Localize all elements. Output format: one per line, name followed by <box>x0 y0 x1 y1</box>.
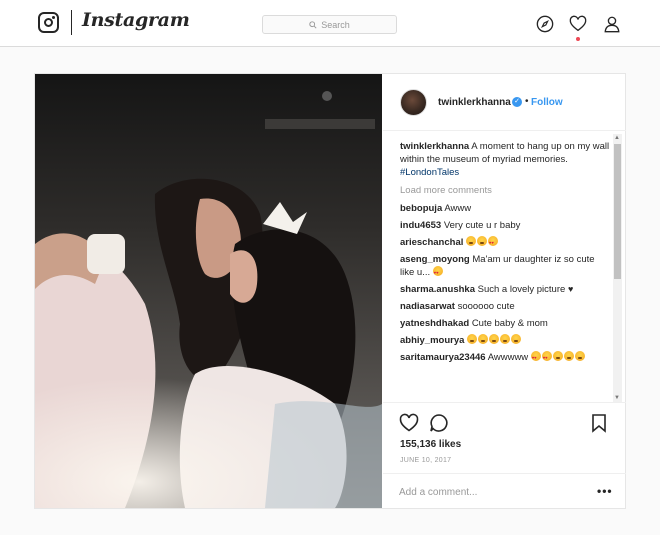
follow-button[interactable]: Follow <box>531 97 563 108</box>
comment-username[interactable]: nadiasarwat <box>400 301 455 312</box>
comment-item: indu4653 Very cute u r baby <box>400 219 610 232</box>
load-more-comments-link[interactable]: Load more comments <box>400 184 610 197</box>
compass-icon[interactable] <box>536 15 554 33</box>
comment-text: Cute baby & mom <box>471 318 548 329</box>
verified-badge-icon: ✓ <box>512 97 522 107</box>
separator-dot: • <box>525 96 529 107</box>
comment-item: arieschanchal <box>400 236 610 249</box>
black-heart-icon: ♥ <box>567 284 574 294</box>
logo-divider <box>71 10 72 35</box>
comment-item: bebopuja Awww <box>400 202 610 215</box>
comment-item: sharma.anushka Such a lovely picture ♥ <box>400 283 610 296</box>
search-placeholder: Search <box>321 19 350 30</box>
post-header: twinklerkhanna ✓ • Follow <box>383 74 626 131</box>
caption-username[interactable]: twinklerkhanna <box>400 141 469 152</box>
comment-text: Awwwww <box>487 352 529 363</box>
blush-emoji-icon <box>478 334 489 344</box>
heart-eyes-emoji-icon <box>530 351 541 364</box>
notification-dot <box>576 37 580 41</box>
comment-item: abhiy_mourya <box>400 334 610 347</box>
hashtag-link[interactable]: #LondonTales <box>400 167 459 178</box>
comment-username[interactable]: sharma.anushka <box>400 284 475 295</box>
comment-item: yatneshdhakad Cute baby & mom <box>400 317 610 330</box>
post-date: JUNE 10, 2017 <box>400 457 452 464</box>
comment-item: nadiasarwat soooooo cute <box>400 300 610 313</box>
heart-icon[interactable] <box>569 15 587 33</box>
bookmark-icon[interactable] <box>589 413 609 433</box>
comments-list[interactable]: twinklerkhanna A moment to hang up on my… <box>400 140 610 402</box>
comment-text: Such a lovely picture <box>477 284 566 295</box>
blush-emoji-icon <box>574 351 585 361</box>
blush-emoji-icon <box>477 236 488 246</box>
profile-icon[interactable] <box>603 15 621 33</box>
heart-eyes-emoji-icon <box>541 351 552 364</box>
scroll-thumb[interactable] <box>614 144 621 279</box>
like-heart-icon[interactable] <box>399 413 419 433</box>
blush-emoji-icon <box>563 351 574 361</box>
top-nav: Instagram Search <box>0 0 660 47</box>
comment-text: soooooo cute <box>457 301 515 312</box>
instagram-wordmark[interactable]: Instagram <box>82 9 190 31</box>
comment-item: saritamaurya23446 Awwwww <box>400 351 610 364</box>
instagram-logo-icon[interactable] <box>38 12 59 33</box>
comments-scrollbar[interactable]: ▲ ▼ <box>613 134 622 402</box>
post-photo[interactable] <box>35 74 382 508</box>
post-caption: twinklerkhanna A moment to hang up on my… <box>400 140 610 179</box>
scroll-down-arrow-icon[interactable]: ▼ <box>614 395 620 401</box>
add-comment-input[interactable] <box>399 483 579 501</box>
comment-item: aseng_moyong Ma'am ur daughter iz so cut… <box>400 253 610 279</box>
blush-emoji-icon <box>511 334 522 344</box>
search-icon <box>309 20 317 29</box>
blush-emoji-icon <box>466 236 477 246</box>
heart-eyes-emoji-icon <box>488 236 499 249</box>
comment-text: Awww <box>444 203 472 214</box>
comment-username[interactable]: abhiy_mourya <box>400 335 464 346</box>
blush-emoji-icon <box>500 334 511 344</box>
post-card: twinklerkhanna ✓ • Follow twinklerkhanna… <box>34 73 626 509</box>
add-comment-row: ••• <box>383 473 626 509</box>
post-sidebar: twinklerkhanna ✓ • Follow twinklerkhanna… <box>383 74 626 508</box>
comment-username[interactable]: aseng_moyong <box>400 254 470 265</box>
likes-count[interactable]: 155,136 likes <box>400 439 461 450</box>
post-actions: 155,136 likes JUNE 10, 2017 ••• <box>383 402 626 508</box>
more-options-button[interactable]: ••• <box>597 484 613 498</box>
blush-emoji-icon <box>489 334 500 344</box>
blush-emoji-icon <box>467 334 478 344</box>
comment-username[interactable]: saritamaurya23446 <box>400 352 486 363</box>
search-input[interactable]: Search <box>262 15 397 34</box>
comment-username[interactable]: arieschanchal <box>400 237 463 248</box>
comment-username[interactable]: indu4653 <box>400 220 441 231</box>
comment-username[interactable]: yatneshdhakad <box>400 318 469 329</box>
blush-emoji-icon <box>552 351 563 361</box>
comment-username[interactable]: bebopuja <box>400 203 442 214</box>
avatar[interactable] <box>400 89 427 116</box>
heart-eyes-emoji-icon <box>432 266 443 279</box>
comment-bubble-icon[interactable] <box>429 413 449 433</box>
post-username[interactable]: twinklerkhanna <box>438 97 511 108</box>
comment-text: Very cute u r baby <box>443 220 521 231</box>
scroll-up-arrow-icon[interactable]: ▲ <box>614 135 620 141</box>
